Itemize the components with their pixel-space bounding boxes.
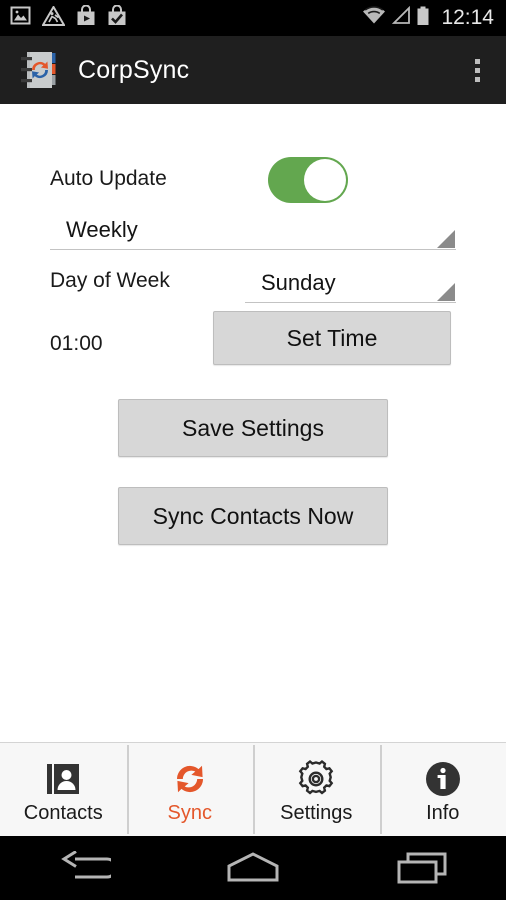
overflow-menu-icon[interactable] (462, 48, 492, 92)
frequency-spinner[interactable]: Weekly (50, 214, 456, 250)
shopping-bag-check-icon (107, 4, 127, 31)
tab-settings[interactable]: Settings (253, 743, 380, 836)
status-notification-icons (10, 4, 127, 31)
tab-contacts[interactable]: Contacts (0, 743, 127, 836)
back-icon[interactable] (29, 836, 139, 900)
photo-icon (10, 6, 31, 30)
system-navigation-bar (0, 836, 506, 900)
day-of-week-label: Day of Week (50, 269, 170, 292)
contacts-book-icon (42, 757, 84, 801)
day-of-week-value: Sunday (261, 270, 336, 295)
home-icon[interactable] (198, 836, 308, 900)
status-bar: 12:14 (0, 0, 506, 36)
sync-arrows-icon (168, 757, 212, 801)
cell-signal-icon (391, 5, 411, 30)
tab-label: Settings (280, 801, 353, 824)
gear-icon (294, 757, 338, 801)
sync-time-value: 01:00 (50, 332, 103, 355)
status-system-icons: 12:14 (362, 5, 494, 31)
tab-info[interactable]: Info (379, 743, 506, 836)
tab-label: Sync (167, 801, 212, 824)
phone-screen: 12:14 CorpSync Auto Update Weekly Day of… (0, 0, 506, 900)
info-circle-icon (422, 757, 464, 801)
tab-label: Info (426, 801, 460, 824)
save-settings-button[interactable]: Save Settings (118, 399, 388, 457)
spinner-caret-icon (437, 230, 455, 248)
action-bar: CorpSync (0, 36, 506, 104)
corpsync-app-icon (18, 48, 62, 92)
switch-thumb (304, 159, 346, 201)
sync-contacts-now-button[interactable]: Sync Contacts Now (118, 487, 388, 545)
recents-icon[interactable] (367, 836, 477, 900)
set-time-button[interactable]: Set Time (213, 311, 451, 365)
bottom-tab-bar: Contacts Sync Settings Info (0, 742, 506, 836)
tab-sync[interactable]: Sync (126, 743, 253, 836)
auto-update-switch[interactable] (268, 157, 348, 203)
settings-content: Auto Update Weekly Day of Week Sunday 01… (0, 104, 506, 742)
frequency-value: Weekly (66, 217, 138, 242)
auto-update-row: Auto Update (50, 156, 456, 208)
battery-icon (416, 6, 430, 31)
day-of-week-spinner[interactable]: Sunday (245, 267, 456, 303)
construction-warning-icon (41, 4, 66, 31)
spinner-caret-icon (437, 283, 455, 301)
tab-label: Contacts (23, 801, 103, 824)
wifi-icon (362, 6, 386, 30)
play-store-icon (76, 4, 96, 31)
auto-update-label: Auto Update (50, 167, 167, 190)
status-clock: 12:14 (441, 5, 494, 29)
page-title: CorpSync (78, 55, 190, 84)
